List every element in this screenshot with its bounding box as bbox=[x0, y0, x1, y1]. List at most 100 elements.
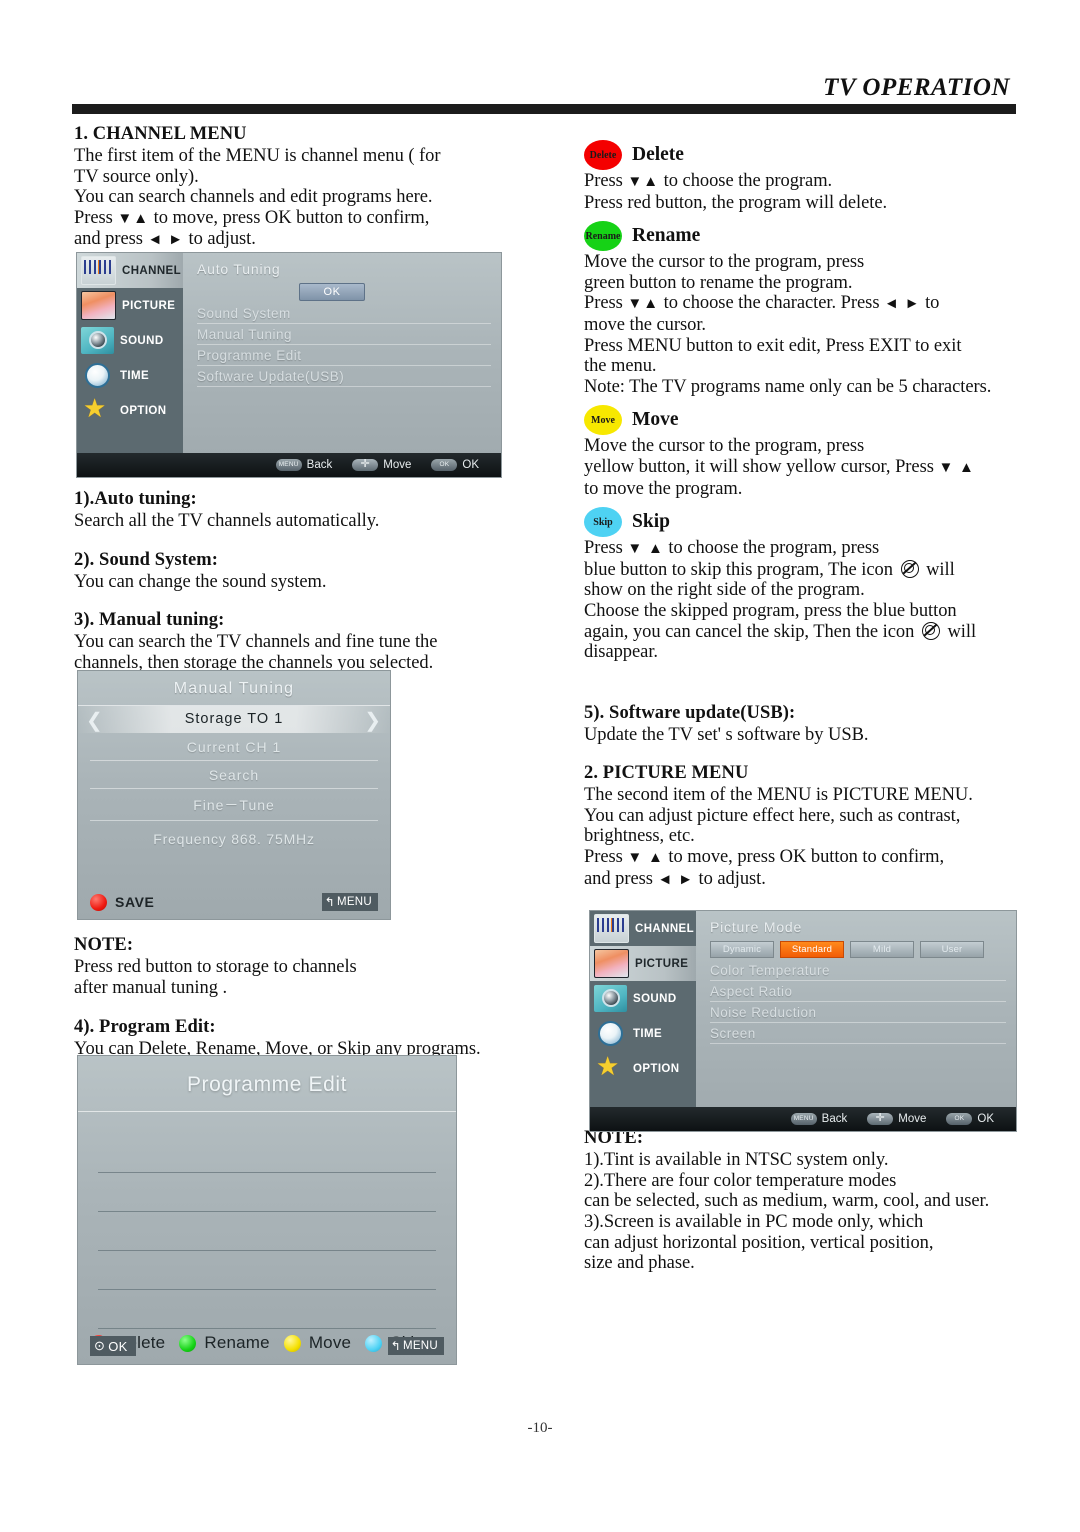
osd-footer-move[interactable]: Move bbox=[867, 1112, 927, 1125]
osd-manual-tuning-menu-label: MENU bbox=[336, 896, 372, 908]
auto-tuning-body: Search all the TV channels automatically… bbox=[74, 510, 380, 531]
osd-footer-back[interactable]: MENU Back bbox=[790, 1113, 848, 1125]
rename-line-3c: to bbox=[920, 293, 940, 314]
osd-menu-row-sound-system[interactable]: Sound System bbox=[197, 305, 491, 324]
delete-line-1b: to choose the program. bbox=[659, 171, 833, 191]
osd-manual-tuning-storage-row[interactable]: ❮ Storage TO 1 ❯ bbox=[78, 706, 390, 733]
osd-picture-footer: MENU Back Move OK OK bbox=[590, 1107, 1016, 1131]
manual-tuning-line-1: You can search the TV channels and fine … bbox=[74, 632, 438, 653]
leftright-arrow-icon: ◄ ► bbox=[884, 296, 921, 313]
skip-body: Press ▼ ▲ to choose the program, press b… bbox=[584, 538, 1030, 663]
picture-icon bbox=[594, 949, 629, 978]
programme-list-row[interactable] bbox=[98, 1212, 436, 1251]
picture-mode-mild[interactable]: Mild bbox=[850, 941, 914, 958]
menu-key-icon: MENU bbox=[275, 459, 302, 471]
osd-manual-tuning-current-ch[interactable]: Current CH 1 bbox=[90, 733, 378, 761]
page-number: -10- bbox=[527, 1420, 553, 1436]
osd-channel-sidebar: CHANNEL PICTURE SOUND TIME OPTION bbox=[77, 253, 183, 453]
skip-line-1b: to choose the program, press bbox=[663, 538, 880, 559]
osd-menu-row-programme-edit[interactable]: Programme Edit bbox=[197, 347, 491, 366]
osd-auto-tuning-ok-button[interactable]: OK bbox=[299, 283, 365, 301]
channel-icon bbox=[81, 256, 116, 285]
osd-footer-ok[interactable]: OK OK bbox=[431, 459, 479, 471]
dpad-icon bbox=[352, 458, 379, 471]
osd-menu-row-manual-tuning[interactable]: Manual Tuning bbox=[197, 326, 491, 345]
osd-sidebar-item-picture[interactable]: PICTURE bbox=[590, 946, 696, 981]
programme-list-row[interactable] bbox=[98, 1134, 436, 1173]
osd-sidebar-item-channel[interactable]: CHANNEL bbox=[77, 253, 183, 288]
picture-mode-dynamic[interactable]: Dynamic bbox=[710, 941, 774, 958]
ok-key-icon: OK bbox=[946, 1113, 973, 1125]
channel-menu-heading: 1. CHANNEL MENU bbox=[74, 124, 247, 144]
osd-picture-body: CHANNEL PICTURE SOUND TIME OPTION bbox=[590, 911, 1016, 1107]
osd-programme-edit-ok-tag[interactable]: ⊙ OK bbox=[90, 1336, 136, 1356]
osd-manual-tuning-save-label[interactable]: SAVE bbox=[115, 894, 155, 910]
osd-manual-tuning-search[interactable]: Search bbox=[90, 761, 378, 789]
updown-arrow-icon: ▼▲ bbox=[627, 174, 660, 190]
intro-line-4a: Press bbox=[74, 207, 118, 228]
osd-footer-move[interactable]: Move bbox=[352, 458, 411, 471]
dpad-icon bbox=[867, 1112, 894, 1125]
osd-sidebar-item-sound[interactable]: SOUND bbox=[77, 323, 183, 358]
osd-sidebar-label-picture: PICTURE bbox=[635, 957, 689, 970]
picture-mode-user[interactable]: User bbox=[920, 941, 984, 958]
osd-sidebar-item-sound[interactable]: SOUND bbox=[590, 981, 696, 1016]
osd-footer-back-label: Back bbox=[306, 459, 333, 471]
osd-programme-edit-divider bbox=[78, 1111, 456, 1112]
osd-sidebar-item-option[interactable]: OPTION bbox=[77, 393, 183, 428]
skip-line-3: show on the right side of the program. bbox=[584, 580, 865, 601]
osd-programme-edit: Programme Edit Delete Rename Move Skip ⊙… bbox=[77, 1055, 457, 1365]
osd-sidebar-label-channel: CHANNEL bbox=[635, 922, 695, 935]
osd-sidebar-label-picture: PICTURE bbox=[122, 299, 176, 312]
osd-sidebar-label-time: TIME bbox=[633, 1027, 663, 1040]
osd-picture-row-color-temperature[interactable]: Color Temperature bbox=[710, 962, 1006, 981]
osd-picture-row-noise-reduction[interactable]: Noise Reduction bbox=[710, 1004, 1006, 1023]
osd-sidebar-item-channel[interactable]: CHANNEL bbox=[590, 911, 696, 946]
manual-tuning-body: You can search the TV channels and fine … bbox=[74, 632, 544, 673]
rename-section-header: Rename Rename bbox=[584, 221, 1030, 252]
programme-list-row[interactable] bbox=[98, 1251, 436, 1290]
leftright-arrow-icon: ◄ ► bbox=[657, 871, 694, 888]
return-arrow-icon: ↰ bbox=[324, 895, 335, 909]
intro-line-3: You can search channels and edit program… bbox=[74, 187, 433, 208]
return-arrow-icon: ↰ bbox=[390, 1339, 401, 1353]
picture-line-5b: to adjust. bbox=[693, 868, 766, 889]
osd-footer-move-label: Move bbox=[898, 1113, 927, 1125]
programme-list-row[interactable] bbox=[98, 1173, 436, 1212]
chevron-right-icon[interactable]: ❯ bbox=[364, 708, 382, 733]
osd-footer-ok[interactable]: OK OK bbox=[946, 1113, 994, 1125]
osd-manual-tuning-menu-tag[interactable]: ↰ MENU bbox=[321, 893, 378, 911]
skip-line-2b: will bbox=[921, 559, 955, 580]
intro-line-4b: to move, press OK button to confirm, bbox=[149, 207, 430, 228]
osd-sidebar-label-time: TIME bbox=[120, 369, 150, 382]
osd-sidebar-label-channel: CHANNEL bbox=[122, 264, 182, 277]
programme-list-row[interactable] bbox=[98, 1290, 436, 1329]
osd-programme-edit-menu-tag[interactable]: ↰ MENU bbox=[387, 1337, 444, 1355]
osd-sidebar-item-time[interactable]: TIME bbox=[77, 358, 183, 393]
delete-line-2: Press red button, the program will delet… bbox=[584, 192, 888, 213]
delete-line-1a: Press bbox=[584, 171, 628, 191]
osd-footer-back-label: Back bbox=[821, 1113, 848, 1125]
osd-sidebar-item-picture[interactable]: PICTURE bbox=[77, 288, 183, 323]
manual-note-heading: NOTE: bbox=[74, 935, 134, 956]
picture-mode-button-row: Dynamic Standard Mild User bbox=[710, 941, 1006, 958]
osd-picture-row-screen[interactable]: Screen bbox=[710, 1025, 1006, 1044]
osd-picture-row-aspect-ratio[interactable]: Aspect Ratio bbox=[710, 983, 1006, 1002]
software-update-body: Update the TV set' s software by USB. bbox=[584, 724, 869, 745]
osd-manual-tuning-fine-tune[interactable]: Fine－Tune bbox=[90, 789, 378, 821]
updown-arrow-icon: ▼▲ bbox=[117, 210, 150, 227]
osd-menu-row-software-update[interactable]: Software Update(USB) bbox=[197, 368, 491, 387]
clock-icon bbox=[81, 362, 114, 389]
osd-manual-tuning-bottom-bar: SAVE ↰ MENU bbox=[78, 893, 390, 911]
osd-footer-back[interactable]: MENU Back bbox=[275, 459, 333, 471]
osd-programme-edit-menu-label: MENU bbox=[402, 1340, 438, 1352]
clock-icon bbox=[594, 1020, 627, 1047]
page-header: TV OPERATION bbox=[72, 74, 1016, 114]
chevron-left-icon[interactable]: ❮ bbox=[86, 708, 104, 733]
picture-note-line-3: can be selected, such as medium, warm, c… bbox=[584, 1191, 990, 1212]
osd-sidebar-item-option[interactable]: OPTION bbox=[590, 1051, 696, 1086]
osd-manual-tuning-storage-value: Storage TO 1 bbox=[184, 711, 284, 727]
picture-note-body: 1).Tint is available in NTSC system only… bbox=[584, 1150, 1030, 1274]
osd-sidebar-item-time[interactable]: TIME bbox=[590, 1016, 696, 1051]
picture-mode-standard[interactable]: Standard bbox=[780, 941, 844, 958]
